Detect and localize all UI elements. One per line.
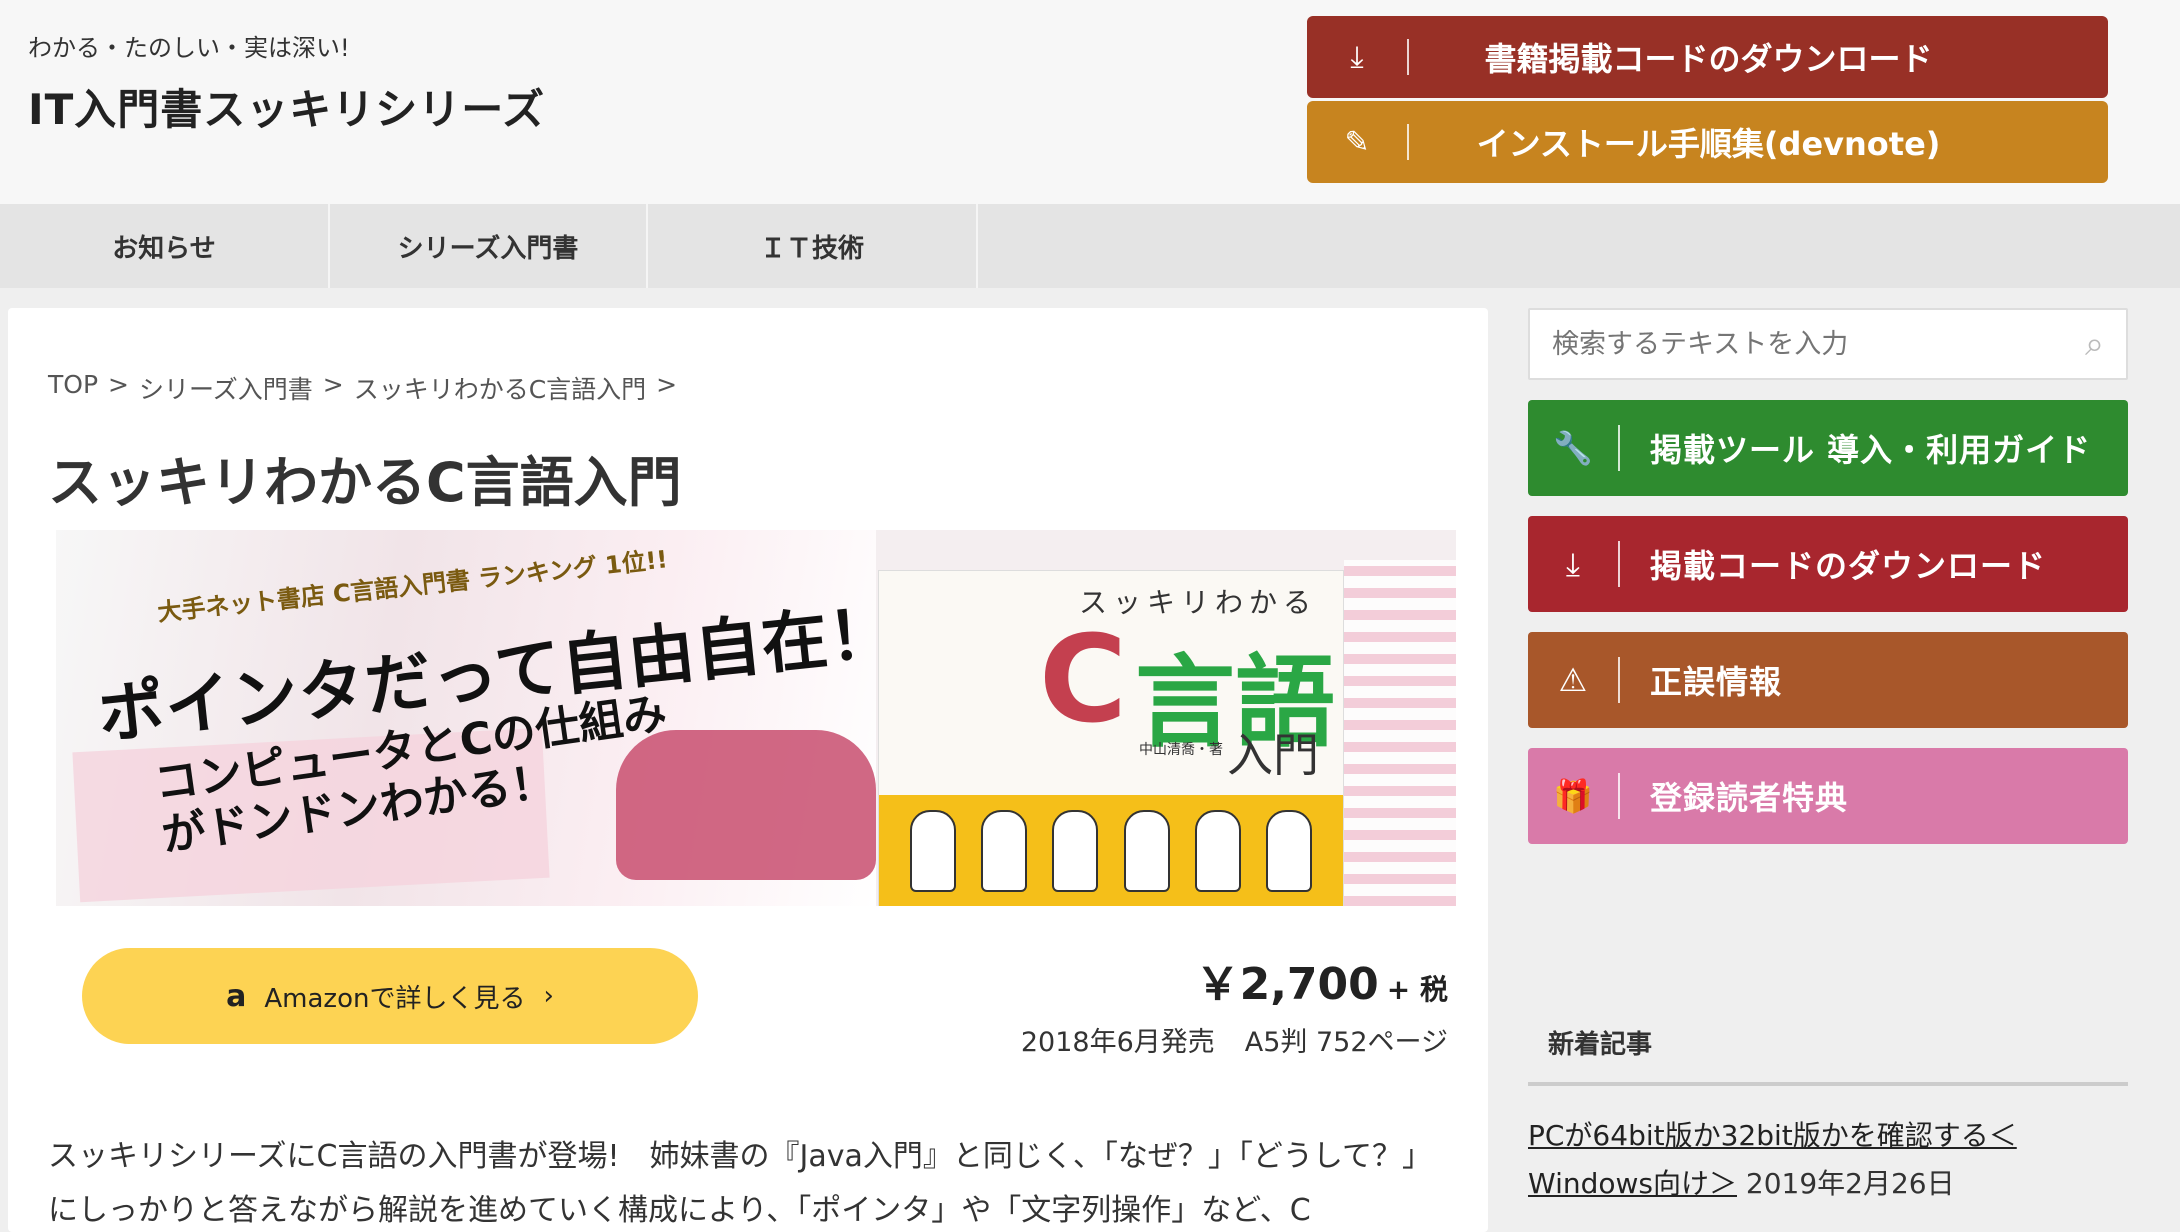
wrench-icon: 🔧 [1553,429,1593,467]
breadcrumb-separator: > [656,370,678,399]
breadcrumb-top[interactable]: TOP [48,370,98,406]
robot-character [1194,810,1241,892]
breadcrumb-separator: > [322,370,344,399]
book-c-letter: C [1039,611,1128,750]
release-date: 2018年6月発売 [1020,1027,1215,1058]
tool-guide-button[interactable]: 🔧 掲載ツール 導入・利用ガイド [1528,400,2128,496]
errata-button[interactable]: ⚠ 正誤情報 [1528,632,2128,728]
amazon-button[interactable]: a Amazonで詳しく見る › [82,948,698,1044]
breadcrumb-separator: > [108,370,129,399]
page-title: スッキリわかるC言語入門 [48,451,682,514]
edit-icon: ✎ [1344,124,1370,160]
book-cover: スッキリわかる C 言語 中山清喬・著 入門 [878,570,1344,906]
woman-character [1266,810,1313,892]
reader-bonus-button[interactable]: 🎁 登録読者特典 [1528,748,2128,844]
code-download-label: 書籍掲載コードのダウンロード [1484,40,1933,78]
banner-right-decoration [1344,560,1456,906]
global-nav: お知らせ シリーズ入門書 ＩＴ技術 [0,204,2180,288]
breadcrumb: TOP > シリーズ入門書 > スッキリわかるC言語入門 > [48,370,677,406]
chevron-right-icon: › [543,981,554,1011]
sidebar-code-download-label: 掲載コードのダウンロード [1650,547,2047,585]
news-item: PCが64bit版か32bit版かを確認する＜Windows向け＞ 2019年2… [1528,1112,2138,1208]
breadcrumb-series[interactable]: シリーズ入門書 [139,370,313,406]
book-meta: 2018年6月発売 A5判 752ページ [1021,1020,1448,1059]
errata-label: 正誤情報 [1650,663,1783,701]
search-icon[interactable]: ⌕ [2085,324,2104,364]
nav-item-news[interactable]: お知らせ [0,204,330,288]
amazon-button-label: Amazonで詳しく見る [264,983,526,1014]
price-value: ￥2,700 [1195,959,1379,1010]
man-character [980,810,1027,892]
code-download-button[interactable]: ⤓ 書籍掲載コードのダウンロード [1307,16,2108,98]
boy-character [1052,810,1099,892]
book-author: 中山清喬・著 [1139,742,1223,758]
book-characters-strip [879,795,1343,906]
woman-character [1123,810,1170,892]
book-spec: A5判 752ページ [1244,1027,1448,1058]
search-input[interactable] [1552,328,2085,360]
amazon-icon: a [226,978,247,1014]
tool-guide-label: 掲載ツール 導入・利用ガイド [1650,431,2092,469]
news-heading: 新着記事 [1548,1030,1653,1060]
news-divider [1528,1082,2128,1086]
robot-character [909,810,956,892]
breadcrumb-current[interactable]: スッキリわかるC言語入門 [354,370,646,406]
nav-item-it-tech[interactable]: ＩＴ技術 [648,204,978,288]
install-guide-button[interactable]: ✎ インストール手順集(devnote) [1307,101,2108,183]
search-box: ⌕ [1528,308,2128,380]
book-intro-text: 入門 [1227,728,1319,782]
install-guide-label: インストール手順集(devnote) [1476,125,1941,163]
site-header: わかる・たのしい・実は深い! IT入門書スッキリシリーズ ⤓ 書籍掲載コードのダ… [0,0,2180,204]
site-title[interactable]: IT入門書スッキリシリーズ [28,76,545,137]
gift-icon: 🎁 [1553,777,1593,815]
news-item-date: 2019年2月26日 [1745,1167,1955,1200]
book-banner-image: 大手ネット書店 C言語入門書 ランキング 1位!! ポインタだって自由自在！ コ… [56,530,1456,906]
book-price: ￥2,700 + 税 [1196,948,1448,1012]
download-icon: ⤓ [1350,39,1364,75]
download-icon: ⤓ [1565,544,1581,583]
site-tagline: わかる・たのしい・実は深い! [28,34,350,62]
book-description: スッキリシリーズにC言語の入門書が登場! 姉妹書の『Java入門』と同じく、「な… [48,1139,1432,1228]
price-tax: + 税 [1386,973,1448,1006]
sidebar-code-download-button[interactable]: ⤓ 掲載コードのダウンロード [1528,516,2128,612]
reader-bonus-label: 登録読者特典 [1650,779,1849,817]
main-content: TOP > シリーズ入門書 > スッキリわかるC言語入門 > スッキリわかるC言… [8,308,1488,1232]
warning-icon: ⚠ [1558,661,1588,699]
nav-item-series[interactable]: シリーズ入門書 [330,204,648,288]
